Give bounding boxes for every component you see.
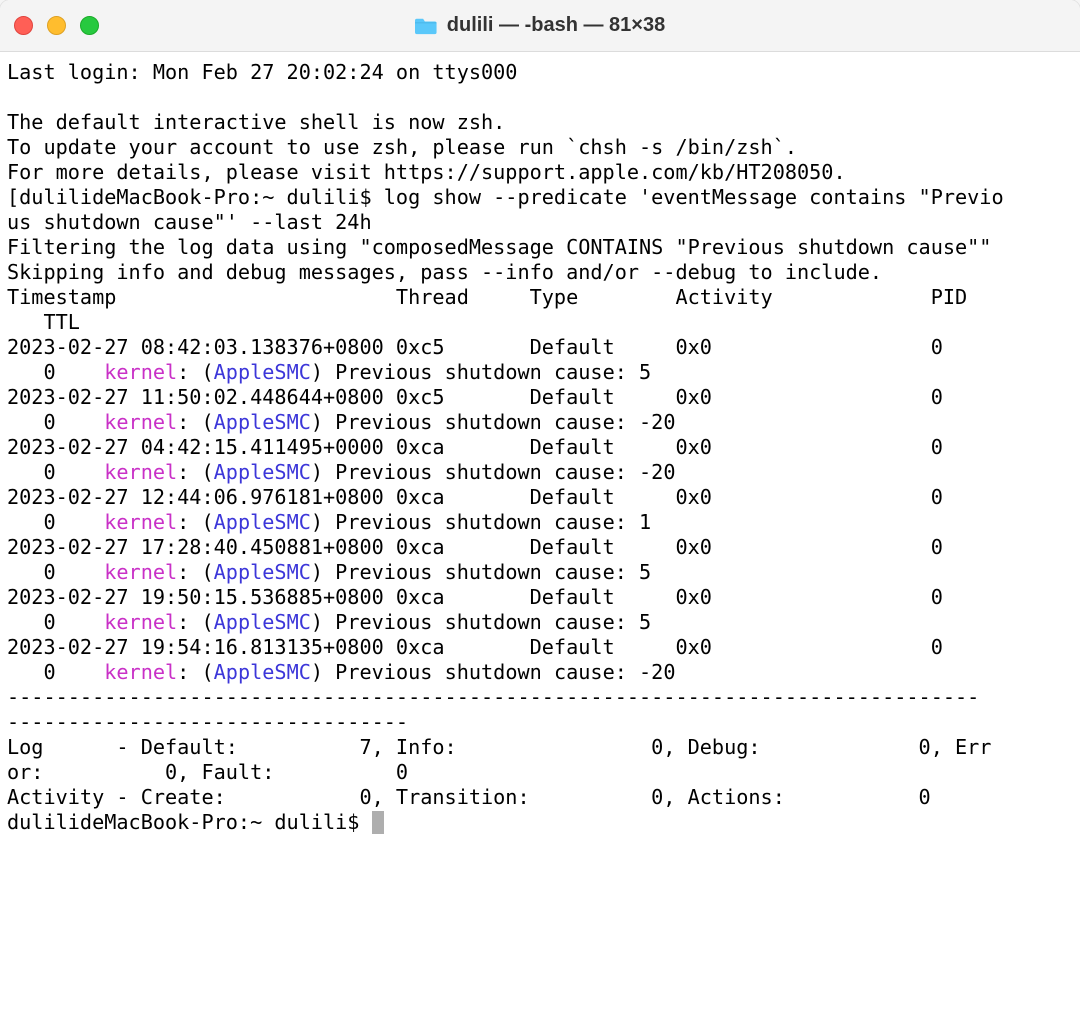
titlebar[interactable]: dulili — -bash — 81×38 xyxy=(0,0,1080,52)
close-icon[interactable] xyxy=(14,16,33,35)
kernel-label: kernel xyxy=(104,560,177,584)
folder-icon xyxy=(415,17,437,35)
kernel-label: kernel xyxy=(104,360,177,384)
log-entry-line: 2023-02-27 17:28:40.450881+0800 0xca Def… xyxy=(7,535,979,559)
applesmc-label: AppleSMC xyxy=(214,410,311,434)
terminal-window: dulili — -bash — 81×38 Last login: Mon F… xyxy=(0,0,1080,1025)
applesmc-label: AppleSMC xyxy=(214,360,311,384)
applesmc-label: AppleSMC xyxy=(214,460,311,484)
kernel-label: kernel xyxy=(104,660,177,684)
last-login-line: Last login: Mon Feb 27 20:02:24 on ttys0… xyxy=(7,60,517,84)
log-entry-line: 2023-02-27 12:44:06.976181+0800 0xca Def… xyxy=(7,485,979,509)
log-entry-line: 2023-02-27 19:50:15.536885+0800 0xca Def… xyxy=(7,585,979,609)
applesmc-label: AppleSMC xyxy=(214,660,311,684)
log-entry-line: 2023-02-27 08:42:03.138376+0800 0xc5 Def… xyxy=(7,335,979,359)
log-entry-line: 2023-02-27 11:50:02.448644+0800 0xc5 Def… xyxy=(7,385,979,409)
log-entry-line: 2023-02-27 19:54:16.813135+0800 0xca Def… xyxy=(7,635,979,659)
cursor[interactable] xyxy=(372,811,384,834)
traffic-lights xyxy=(14,16,99,35)
prompt: dulilideMacBook-Pro:~ dulili$ xyxy=(7,810,372,834)
minimize-icon[interactable] xyxy=(47,16,66,35)
kernel-label: kernel xyxy=(104,460,177,484)
kernel-label: kernel xyxy=(104,510,177,534)
terminal-content[interactable]: Last login: Mon Feb 27 20:02:24 on ttys0… xyxy=(0,52,1080,1025)
window-title: dulili — -bash — 81×38 xyxy=(415,14,665,37)
kernel-label: kernel xyxy=(104,410,177,434)
log-entry-line: 2023-02-27 04:42:15.411495+0000 0xca Def… xyxy=(7,435,979,459)
applesmc-label: AppleSMC xyxy=(214,610,311,634)
kernel-label: kernel xyxy=(104,610,177,634)
applesmc-label: AppleSMC xyxy=(214,560,311,584)
maximize-icon[interactable] xyxy=(80,16,99,35)
applesmc-label: AppleSMC xyxy=(214,510,311,534)
window-title-text: dulili — -bash — 81×38 xyxy=(447,14,665,37)
